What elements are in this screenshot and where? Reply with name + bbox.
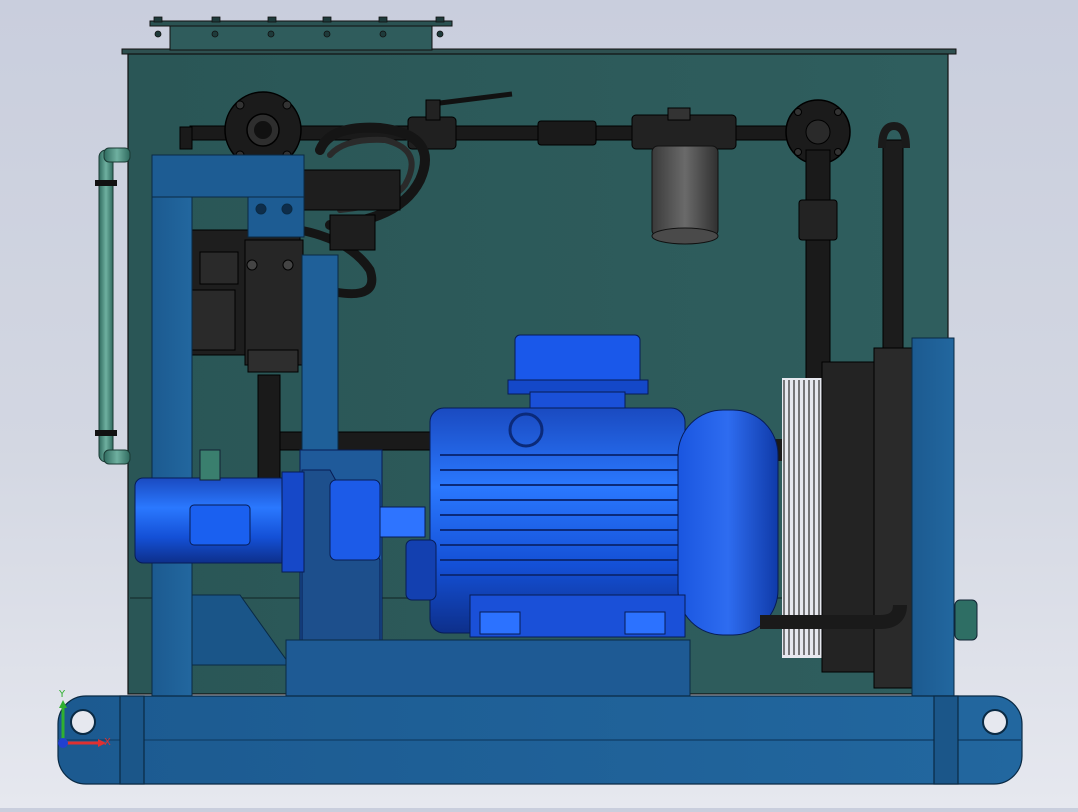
cooler-frame-post [911, 337, 978, 699]
hydraulic-power-unit-model: X Y [57, 16, 1023, 785]
tank-lid [121, 16, 957, 55]
cad-viewport[interactable]: X Y [0, 0, 1078, 808]
triad-y-label: Y [58, 689, 66, 700]
cooler-inlet-pipe [878, 121, 910, 371]
air-cooler [760, 347, 915, 689]
triad-z-axis [58, 738, 68, 748]
base-skid [57, 695, 1023, 785]
level-gauge-pipe [95, 147, 131, 465]
triad-x-label: X [104, 737, 111, 748]
